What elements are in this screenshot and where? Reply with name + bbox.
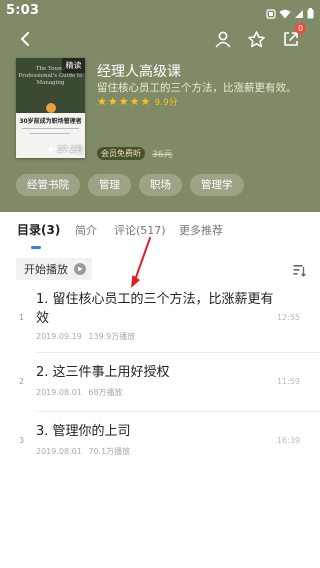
play-icon — [48, 146, 54, 153]
vip-free-badge: 会员免费听 — [97, 147, 145, 160]
list-item[interactable]: 1 1. 留住核心员工的三个方法，比涨薪更有效 2019.09.19 139.9… — [0, 288, 320, 353]
favorite-button[interactable] — [243, 26, 269, 52]
tag-chip[interactable]: 管理 — [88, 174, 131, 196]
list-divider — [36, 352, 320, 353]
battery-icon — [307, 4, 314, 23]
cover-chinese-title: 30岁前成为职场管理者 — [19, 118, 82, 125]
share-button[interactable]: 0 — [278, 23, 306, 52]
back-button[interactable] — [12, 26, 38, 52]
cover-tag: 精读 — [62, 58, 85, 73]
episode-title: 2. 这三件事上用好授权 — [36, 365, 170, 380]
book-header: 5:03 0 The Young Professional's Guide to… — [0, 0, 320, 212]
list-divider — [36, 411, 320, 412]
wifi-icon — [279, 4, 291, 23]
episode-index: 2 — [19, 377, 25, 386]
episode-index: 3 — [19, 436, 25, 445]
star-icon: ★ — [97, 94, 107, 108]
list-item[interactable]: 3 3. 管理你的上司 2019.08.01 70.1万播放 16:39 — [0, 418, 320, 468]
tab-recommendations[interactable]: 更多推荐 — [179, 222, 223, 238]
cover-play-count-text: 27.2万 — [57, 145, 83, 154]
profile-button[interactable] — [210, 26, 236, 52]
sort-icon — [293, 265, 306, 277]
episode-meta: 2019.08.01 70.1万播放 — [36, 446, 130, 457]
list-item[interactable]: 2 2. 这三件事上用好授权 2019.08.01 68万播放 11:59 — [0, 359, 320, 412]
cover-divider — [30, 133, 70, 134]
user-icon — [215, 31, 231, 48]
cover-play-count: 27.2万 — [48, 144, 83, 155]
episode-plays: 139.9万播放 — [88, 332, 136, 341]
tag-chip[interactable]: 管理学 — [190, 174, 244, 196]
episode-duration: 12:55 — [276, 313, 300, 322]
book-title: 经理人高级课 — [97, 64, 181, 80]
star-icon: ★ — [129, 94, 140, 108]
episode-title: 1. 留住核心员工的三个方法，比涨薪更有效 — [36, 292, 274, 326]
tab-intro[interactable]: 简介 — [75, 222, 97, 238]
play-circle-icon — [74, 263, 86, 275]
rating-value: 9.9分 — [154, 98, 178, 108]
star-icon: ★ — [118, 94, 129, 108]
active-tab-indicator — [31, 246, 41, 249]
episode-title: 3. 管理你的上司 — [36, 424, 131, 439]
episode-meta: 2019.08.01 68万播放 — [36, 387, 123, 398]
star-icon: ★ — [140, 94, 151, 108]
star-icon: ★ — [107, 94, 118, 108]
rating: ★ ★ ★ ★ ★ 9.9分 — [97, 95, 178, 108]
nav-bar: 0 — [0, 23, 320, 54]
book-description: 留住核心员工的三个方法，比涨薪更有效。 — [97, 82, 297, 94]
tab-bar: 目录(3) 简介 评论(517) 更多推荐 — [0, 212, 320, 249]
status-time: 5:03 — [6, 3, 40, 18]
play-all-label: 开始播放 — [24, 263, 68, 276]
tag-list: 经管书院 管理 职场 管理学 — [16, 174, 244, 196]
tab-comments[interactable]: 评论(517) — [114, 222, 166, 238]
original-price: 36元 — [152, 150, 173, 160]
notification-icon — [266, 4, 276, 23]
play-bar: 开始播放 — [0, 256, 320, 282]
chevron-left-icon — [21, 32, 29, 46]
sort-button[interactable] — [293, 262, 306, 281]
episode-plays: 70.1万播放 — [88, 447, 131, 456]
tab-catalog[interactable]: 目录(3) — [17, 221, 60, 238]
episode-index: 1 — [19, 313, 25, 322]
status-bar: 5:03 — [0, 0, 320, 22]
signal-icon — [294, 4, 304, 23]
share-badge: 0 — [295, 23, 306, 34]
tag-chip[interactable]: 职场 — [139, 174, 182, 196]
episode-plays: 68万播放 — [88, 388, 123, 397]
status-icons — [266, 4, 314, 23]
episode-date: 2019.09.19 — [36, 332, 82, 341]
cover-emblem — [46, 103, 56, 113]
episode-meta: 2019.09.19 139.9万播放 — [36, 331, 135, 342]
book-cover[interactable]: The Young Professional's Guide to Managi… — [16, 58, 85, 158]
episode-date: 2019.08.01 — [36, 447, 82, 456]
episode-duration: 11:59 — [276, 377, 300, 386]
tag-chip[interactable]: 经管书院 — [16, 174, 80, 196]
play-all-button[interactable]: 开始播放 — [16, 258, 92, 280]
episode-date: 2019.08.01 — [36, 388, 82, 397]
episode-duration: 16:39 — [276, 436, 300, 445]
cover-divider — [22, 128, 79, 129]
star-outline-icon — [247, 30, 265, 47]
